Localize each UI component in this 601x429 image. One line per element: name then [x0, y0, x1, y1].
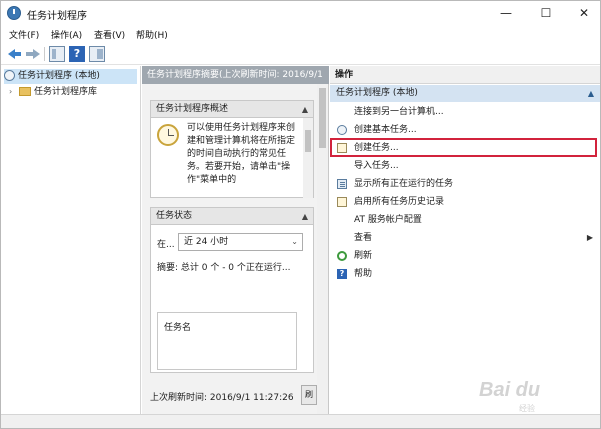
help-icon: ?: [337, 269, 347, 279]
scrollbar-thumb[interactable]: [305, 130, 311, 152]
action-label: 帮助: [354, 269, 373, 279]
collapse-up-icon[interactable]: ▲: [588, 85, 594, 102]
chevron-right-icon: ▶: [586, 233, 593, 242]
maximize-button[interactable]: ☐: [529, 1, 563, 25]
action-view[interactable]: 查看 ▶: [330, 229, 600, 247]
minimize-button[interactable]: —: [489, 1, 523, 25]
overview-section: 任务计划程序概述 ▲ 可以使用任务计划程序来创建和管理计算机将在所指定的时间自动…: [150, 100, 314, 198]
overview-title: 任务计划程序概述: [156, 104, 229, 114]
action-create-basic-task[interactable]: 创建基本任务...: [330, 121, 600, 139]
action-label: 创建基本任务...: [354, 125, 417, 135]
back-arrow-icon[interactable]: [7, 46, 23, 62]
menu-file[interactable]: 文件(F): [9, 28, 39, 41]
summary-pane: 任务计划程序摘要(上次刷新时间: 2016/9/1 任务计划程序概述 ▲ 可以使…: [142, 66, 329, 414]
clock-icon: [4, 70, 15, 81]
status-period-label: 在...: [157, 240, 175, 250]
toolbar-separator: [44, 47, 45, 61]
tree-item-scheduler-local[interactable]: 任务计划程序 (本地): [4, 69, 137, 84]
scrollbar-thumb[interactable]: [319, 88, 326, 148]
toolbar: ?: [1, 43, 600, 65]
menu-view[interactable]: 查看(V): [94, 28, 125, 41]
help-icon[interactable]: ?: [69, 46, 85, 62]
status-period-value: 近 24 小时: [184, 237, 229, 247]
show-console-tree-icon[interactable]: [49, 46, 65, 62]
show-action-pane-icon[interactable]: [89, 46, 105, 62]
refresh-button[interactable]: 刷: [301, 385, 317, 405]
task-list-box[interactable]: 任务名: [157, 312, 297, 370]
collapse-up-icon[interactable]: ▲: [302, 208, 308, 225]
task-status-section: 任务状态 ▲ 在... 近 24 小时 ⌄ 摘要: 总计 0 个 - 0 个正在…: [150, 207, 314, 373]
highlight-box: [330, 138, 597, 157]
action-label: 查看: [354, 233, 373, 243]
actions-header: 操作: [330, 66, 600, 84]
summary-footer: 上次刷新时间: 2016/9/1 11:27:26 刷: [142, 379, 317, 409]
actions-group-label: 任务计划程序 (本地): [336, 88, 418, 98]
actions-group-header[interactable]: 任务计划程序 (本地) ▲: [330, 85, 600, 102]
task-status-header[interactable]: 任务状态 ▲: [151, 208, 313, 225]
scheduler-clock-icon: [157, 124, 179, 146]
action-at-service-config[interactable]: AT 服务帐户配置: [330, 211, 600, 229]
console-tree: 任务计划程序 (本地) › 任务计划程序库: [1, 66, 141, 414]
title-bar: 任务计划程序 — ☐ ✕: [1, 1, 600, 25]
task-scheduler-app-icon: [7, 6, 21, 20]
folder-icon: [19, 87, 31, 96]
collapse-up-icon[interactable]: ▲: [302, 101, 308, 118]
task-status-title: 任务状态: [156, 211, 193, 221]
refresh-icon: [337, 251, 347, 261]
menu-action[interactable]: 操作(A): [51, 28, 82, 41]
action-label: AT 服务帐户配置: [354, 215, 422, 225]
actions-pane: 操作 任务计划程序 (本地) ▲ 连接到另一台计算机... 创建基本任务... …: [330, 66, 600, 414]
menu-bar: 文件(F) 操作(A) 查看(V) 帮助(H): [1, 25, 600, 43]
task-name-column-header: 任务名: [164, 323, 192, 333]
close-button[interactable]: ✕: [567, 1, 601, 25]
overview-text: 可以使用任务计划程序来创建和管理计算机将在所指定的时间自动执行的常见任务。若要开…: [187, 123, 296, 185]
task-status-body: 在... 近 24 小时 ⌄ 摘要: 总计 0 个 - 0 个正在运行... 任…: [151, 225, 313, 403]
action-show-running-tasks[interactable]: 显示所有正在运行的任务: [330, 175, 600, 193]
tree-item-label: 任务计划程序 (本地): [18, 71, 100, 81]
list-icon: [337, 179, 347, 189]
last-refresh-time: 上次刷新时间: 2016/9/1 11:27:26: [150, 393, 294, 403]
overview-body: 可以使用任务计划程序来创建和管理计算机将在所指定的时间自动执行的常见任务。若要开…: [151, 118, 313, 198]
action-label: 显示所有正在运行的任务: [354, 179, 454, 189]
forward-arrow-icon[interactable]: [25, 46, 41, 62]
action-label: 导入任务...: [354, 161, 399, 171]
task-scheduler-window: 任务计划程序 — ☐ ✕ 文件(F) 操作(A) 查看(V) 帮助(H) ? 任…: [0, 0, 601, 429]
menu-help[interactable]: 帮助(H): [136, 28, 168, 41]
summary-header: 任务计划程序摘要(上次刷新时间: 2016/9/1: [142, 66, 329, 84]
tree-item-library[interactable]: › 任务计划程序库: [9, 84, 139, 99]
chevron-right-icon[interactable]: ›: [9, 84, 19, 99]
action-help[interactable]: ? 帮助: [330, 265, 600, 283]
chevron-down-icon: ⌄: [291, 237, 298, 246]
action-label: 连接到另一台计算机...: [354, 107, 444, 117]
clock-icon: [337, 125, 347, 135]
overview-scrollbar[interactable]: [303, 118, 313, 198]
action-label: 刷新: [354, 251, 373, 261]
doc-icon: [337, 197, 347, 207]
summary-scrollbar[interactable]: [317, 84, 328, 414]
action-enable-history[interactable]: 启用所有任务历史记录: [330, 193, 600, 211]
overview-section-header[interactable]: 任务计划程序概述 ▲: [151, 101, 313, 118]
status-period-select[interactable]: 近 24 小时 ⌄: [178, 233, 303, 251]
action-connect-computer[interactable]: 连接到另一台计算机...: [330, 103, 600, 121]
action-import-task[interactable]: 导入任务...: [330, 157, 600, 175]
action-refresh[interactable]: 刷新: [330, 247, 600, 265]
tree-item-label: 任务计划程序库: [34, 87, 98, 97]
action-label: 启用所有任务历史记录: [354, 197, 445, 207]
status-bar: [1, 414, 600, 428]
window-title: 任务计划程序: [27, 11, 87, 22]
status-summary: 摘要: 总计 0 个 - 0 个正在运行...: [157, 263, 291, 273]
